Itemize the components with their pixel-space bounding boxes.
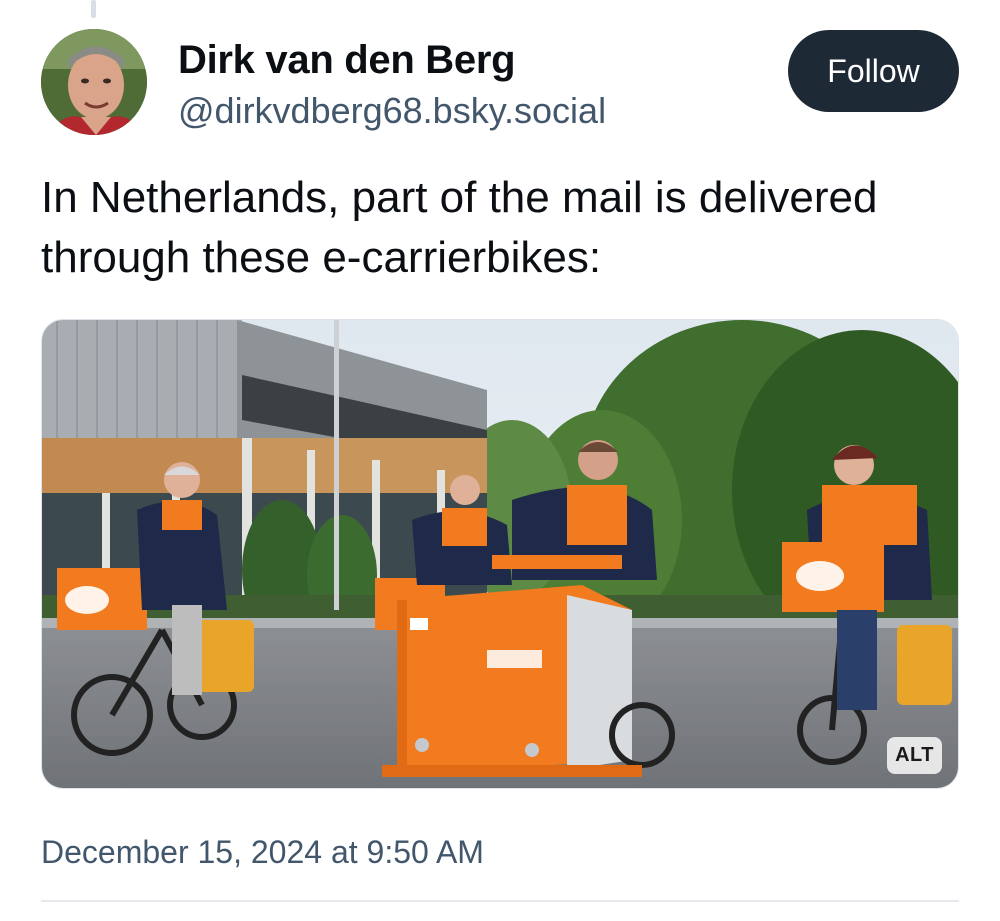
- mail-carrierbikes-photo: [42, 320, 958, 788]
- alt-text-badge[interactable]: ALT: [887, 737, 942, 774]
- avatar-photo: [41, 29, 147, 135]
- post-image[interactable]: ALT: [41, 319, 959, 789]
- post-text: In Netherlands, part of the mail is deli…: [41, 173, 878, 282]
- thread-connector-line: [91, 0, 96, 18]
- post-timestamp: December 15, 2024 at 9:50 AM: [41, 834, 484, 870]
- author-display-name[interactable]: Dirk van den Berg: [178, 38, 516, 83]
- follow-button[interactable]: Follow: [788, 30, 959, 112]
- author-handle[interactable]: @dirkvdberg68.bsky.social: [178, 90, 606, 132]
- cargo-box: [382, 585, 675, 777]
- author-avatar[interactable]: [41, 29, 147, 135]
- post-divider: [41, 900, 959, 902]
